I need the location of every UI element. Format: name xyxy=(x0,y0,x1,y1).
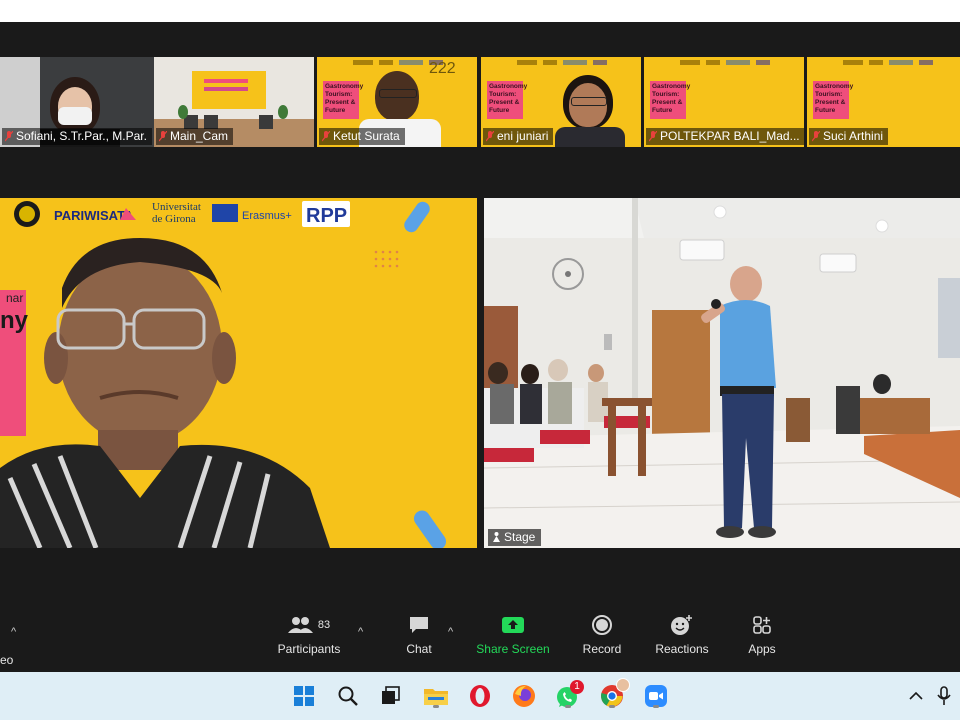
participants-caret[interactable]: ^ xyxy=(358,626,363,638)
windows-taskbar: 1 xyxy=(0,672,960,720)
chair xyxy=(204,115,218,129)
participant-name: Main_Cam xyxy=(156,128,234,145)
running-indicator xyxy=(653,705,659,708)
banner-stripe xyxy=(204,79,248,83)
participant-name: eni juniari xyxy=(483,128,554,145)
participant-name: Ketut Surata xyxy=(319,128,405,145)
share-screen-icon xyxy=(502,617,524,633)
person-icon xyxy=(493,532,500,542)
svg-text:de Girona: de Girona xyxy=(152,213,196,225)
plant xyxy=(278,105,288,119)
participants-count: 83 xyxy=(317,619,331,631)
muted-mic-icon xyxy=(812,131,820,142)
logo-bar xyxy=(517,60,637,68)
profile-avatar xyxy=(616,678,630,692)
participant-tile-ketut-surata[interactable]: 222 Gastronomy Tourism: Present & Future… xyxy=(317,57,477,147)
task-view-icon xyxy=(382,686,400,704)
participants-icon xyxy=(287,617,313,633)
plant xyxy=(178,105,188,119)
participant-tile-suci-arthini[interactable]: Gastronomy Tourism: Present & Future Suc… xyxy=(807,57,960,147)
meeting-toolbar: ^ eo 83 Participants ^ Chat ^ Share Scre… xyxy=(0,610,960,672)
logo-bar: 222 xyxy=(353,60,473,77)
opera-button[interactable] xyxy=(464,680,496,712)
apps-icon xyxy=(753,616,771,634)
chat-icon xyxy=(410,617,428,633)
record-icon xyxy=(592,615,612,635)
firefox-button[interactable] xyxy=(508,680,540,712)
stage-room-scene xyxy=(484,198,960,548)
banner-stripe xyxy=(204,87,248,91)
chat-caret[interactable]: ^ xyxy=(448,626,453,638)
share-screen-button[interactable]: Share Screen xyxy=(468,610,558,656)
task-view-button[interactable] xyxy=(374,680,406,712)
search-icon xyxy=(338,686,358,706)
microphone-button[interactable] xyxy=(928,680,960,712)
video-options-caret[interactable]: ^ xyxy=(11,626,16,638)
running-indicator xyxy=(433,705,439,708)
participant-tile-main-cam[interactable]: Main_Cam xyxy=(154,57,314,147)
folder-icon xyxy=(424,689,448,705)
notification-badge: 1 xyxy=(570,680,584,694)
svg-text:RPP: RPP xyxy=(306,205,347,227)
svg-text:nar: nar xyxy=(6,291,23,305)
logo-bar xyxy=(843,60,960,68)
speaker-video-scene: PARIWISATA Universitat de Girona Erasmus… xyxy=(0,201,447,548)
file-explorer-button[interactable] xyxy=(420,680,452,712)
logo-bar xyxy=(680,60,800,68)
muted-mic-icon xyxy=(486,131,494,142)
participant-tile-poltekpar-bali[interactable]: Gastronomy Tourism: Present & Future POL… xyxy=(644,57,804,147)
svg-text:ny: ny xyxy=(0,307,29,334)
slide-title-box: Gastronomy Tourism: Present & Future xyxy=(487,81,527,119)
slide-title-box: Gastronomy Tourism: Present & Future xyxy=(323,81,363,119)
face-mask xyxy=(58,107,92,125)
participant-name: Suci Arthini xyxy=(809,128,889,145)
search-button[interactable] xyxy=(332,680,364,712)
stage-label: Stage xyxy=(488,529,542,546)
zoom-button[interactable] xyxy=(640,680,672,712)
muted-mic-icon xyxy=(322,131,330,142)
glasses xyxy=(379,89,417,98)
slide-title-box: Gastronomy Tourism: Present & Future xyxy=(650,81,690,119)
video-button-label[interactable]: eo xyxy=(0,653,13,667)
chevron-up-icon xyxy=(909,691,923,700)
reactions-button[interactable]: Reactions xyxy=(637,610,727,656)
opera-icon xyxy=(470,685,490,707)
main-video-speaker[interactable]: PARIWISATA Universitat de Girona Erasmus… xyxy=(0,198,477,548)
muted-mic-icon xyxy=(159,131,167,142)
main-video-stage[interactable]: Stage xyxy=(484,198,960,548)
running-indicator xyxy=(565,705,571,708)
muted-mic-icon xyxy=(649,131,657,142)
participant-name: POLTEKPAR BALI_Mad... xyxy=(646,128,804,145)
slide-title-box: Gastronomy Tourism: Present & Future xyxy=(813,81,853,119)
svg-text:Erasmus+: Erasmus+ xyxy=(242,210,292,222)
chrome-button[interactable] xyxy=(596,678,630,712)
windows-icon xyxy=(294,686,314,706)
top-white-bar xyxy=(0,0,960,22)
participants-button[interactable]: 83 Participants xyxy=(264,610,354,656)
clothing xyxy=(555,127,625,147)
record-button[interactable]: Record xyxy=(557,610,647,656)
glasses xyxy=(571,97,607,106)
muted-mic-icon xyxy=(5,131,13,142)
whatsapp-button[interactable]: 1 xyxy=(552,680,584,712)
participant-name: Sofiani, S.Tr.Par., M.Par. xyxy=(2,128,152,145)
svg-text:Universitat: Universitat xyxy=(152,201,201,213)
chair xyxy=(259,115,273,129)
apps-button[interactable]: Apps xyxy=(717,610,807,656)
microphone-icon xyxy=(937,686,951,705)
reactions-icon xyxy=(671,615,692,635)
svg-text:PARIWISATA: PARIWISATA xyxy=(54,208,134,223)
running-indicator xyxy=(609,705,615,708)
firefox-icon xyxy=(513,685,535,707)
start-button[interactable] xyxy=(288,680,320,712)
participant-tile-sofiani[interactable]: Sofiani, S.Tr.Par., M.Par. xyxy=(0,57,160,147)
participant-tile-eni-juniari[interactable]: Gastronomy Tourism: Present & Future eni… xyxy=(481,57,641,147)
